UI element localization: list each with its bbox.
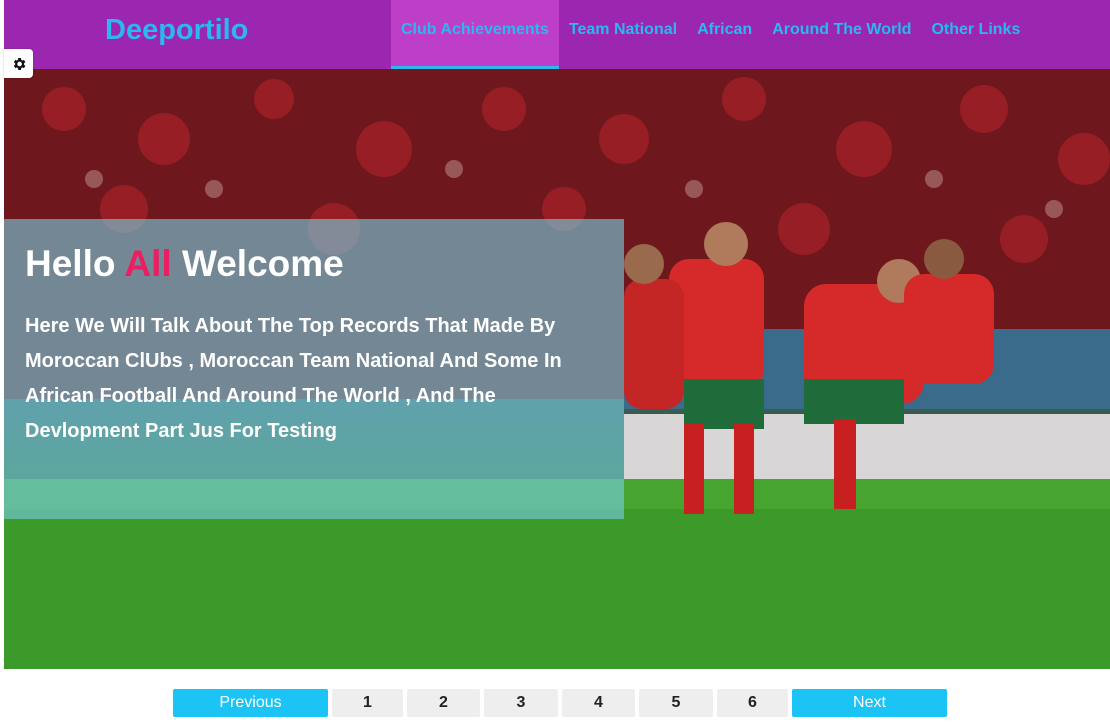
nav-item-african[interactable]: African [687,0,762,69]
page-6-button[interactable]: 6 [717,689,788,717]
page-3-button[interactable]: 3 [484,689,558,717]
page-2-button[interactable]: 2 [407,689,480,717]
next-button[interactable]: Next [792,689,947,717]
gear-icon [13,57,25,70]
hero-banner: Hello All Welcome Here We Will Talk Abou… [4,69,1110,669]
title-welcome: Welcome [181,243,344,284]
welcome-overlay: Hello All Welcome Here We Will Talk Abou… [4,219,624,519]
settings-button[interactable] [4,49,33,78]
page-1-button[interactable]: 1 [332,689,403,717]
previous-button[interactable]: Previous [173,689,328,717]
nav-item-around-the-world[interactable]: Around The World [762,0,921,69]
page-4-button[interactable]: 4 [562,689,635,717]
title-accent: All [124,243,172,284]
page: Deeportilo Club Achievements Team Nation… [0,0,1110,726]
main-nav: Club Achievements Team National African … [391,0,1030,69]
nav-item-team-national[interactable]: Team National [559,0,687,69]
nav-item-club-achievements[interactable]: Club Achievements [391,0,559,69]
site-header: Deeportilo Club Achievements Team Nation… [4,0,1110,69]
welcome-title: Hello All Welcome [25,243,344,285]
title-hello: Hello [25,243,116,284]
nav-item-other-links[interactable]: Other Links [921,0,1030,69]
page-5-button[interactable]: 5 [639,689,713,717]
site-logo[interactable]: Deeportilo [105,14,248,47]
welcome-text: Here We Will Talk About The Top Records … [25,315,562,442]
